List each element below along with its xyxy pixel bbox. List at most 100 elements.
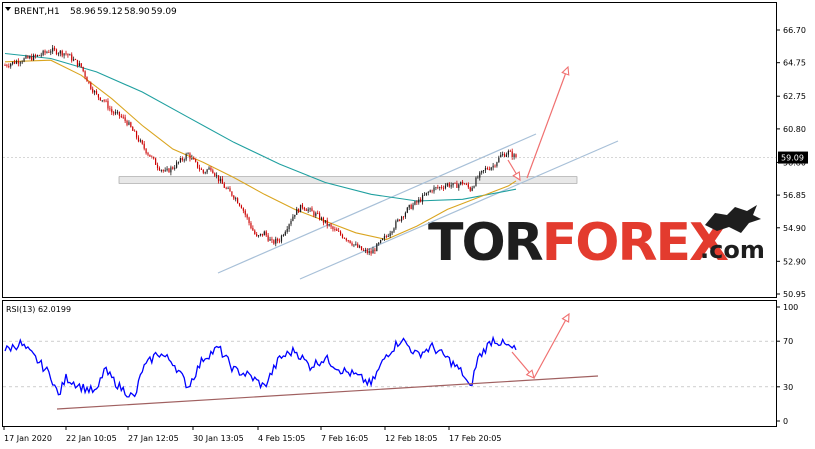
candle-body (214, 173, 216, 176)
candle-body (486, 168, 488, 170)
candle-body (170, 167, 172, 173)
candle-body (59, 50, 61, 54)
candle-body (265, 231, 267, 236)
watermark-text: TORFOREX (428, 213, 729, 273)
candle-body (378, 242, 380, 244)
candle-body (469, 187, 471, 191)
time-tick-label: 22 Jan 10:05 (66, 434, 117, 443)
candle-body (399, 219, 401, 221)
candle-body (92, 88, 94, 93)
candle-body (473, 186, 475, 188)
candle-body (391, 231, 393, 234)
price-tick-label: 62.75 (783, 92, 806, 101)
candle-body (481, 170, 483, 173)
candle-body (105, 100, 107, 102)
candle-body (86, 76, 88, 82)
rsi-tick-label: 30 (783, 383, 793, 392)
candle-body (309, 208, 311, 210)
candle-body (95, 91, 98, 95)
candle-body (359, 246, 361, 248)
candle-body (29, 56, 31, 59)
candle-body (368, 251, 370, 253)
candle-body (467, 184, 469, 188)
candle-body (12, 61, 14, 64)
candle-body (397, 219, 399, 222)
candle-body (128, 122, 130, 125)
candle-body (380, 239, 382, 243)
candle-body (462, 181, 464, 184)
candle-body (416, 201, 418, 203)
candle-body (271, 239, 273, 241)
candle-body (442, 187, 445, 189)
candle-body (187, 153, 189, 155)
candle-body (366, 249, 368, 253)
candle-body (482, 170, 485, 171)
candle-body (509, 150, 511, 152)
candle-body (242, 208, 244, 211)
candle-body (124, 117, 126, 121)
candle-body (507, 150, 509, 155)
candle-body (362, 250, 365, 251)
candle-body (76, 59, 79, 66)
watermark-dotcom: .com (700, 236, 765, 264)
time-tick-label: 30 Jan 13:05 (193, 434, 244, 443)
candle-body (113, 112, 115, 114)
candle-body (423, 194, 426, 196)
time-tick-label: 17 Jan 2020 (4, 434, 52, 443)
candle-body (217, 175, 220, 182)
candle-body (303, 207, 305, 210)
candle-body (118, 111, 121, 116)
candle-body (341, 234, 344, 238)
ohlc-high: 59.12 (97, 7, 123, 17)
candle-body (479, 172, 481, 178)
candle-body (126, 120, 128, 125)
candle-body (65, 53, 67, 55)
candle-body (109, 108, 111, 110)
candle-body (57, 53, 59, 55)
candle-body (437, 187, 439, 189)
candle-body (257, 235, 260, 237)
current-price-label: 59.09 (781, 154, 804, 163)
candle-body (498, 157, 500, 163)
candle-body (269, 239, 271, 241)
candle-body (338, 230, 340, 232)
candle-body (74, 59, 77, 61)
candle-body (244, 210, 246, 215)
candle-body (427, 192, 429, 193)
candle-body (82, 66, 84, 72)
time-tick-label: 12 Feb 18:05 (385, 434, 437, 443)
candle-body (320, 217, 323, 220)
rsi-tick-label: 0 (783, 417, 788, 426)
candle-body (13, 61, 16, 64)
support-zone (118, 176, 578, 184)
candle-body (19, 62, 21, 64)
candle-body (50, 51, 52, 53)
candle-body (229, 188, 231, 192)
candle-body (477, 177, 479, 179)
candle-body (277, 238, 279, 241)
candle-body (496, 162, 498, 167)
candle-body (67, 53, 69, 56)
candle-body (349, 240, 351, 244)
candle-body (103, 100, 105, 102)
candle-body (61, 50, 63, 56)
candle-body (17, 61, 19, 64)
candle-body (343, 237, 345, 239)
candle-body (155, 158, 157, 165)
torforex-watermark: TORFOREX .com (428, 205, 765, 273)
candle-body (439, 187, 441, 188)
candle-body (23, 58, 25, 62)
candle-body (160, 170, 162, 171)
candle-body (38, 55, 40, 56)
ohlc-open: 58.96 (70, 7, 96, 17)
candle-body (246, 214, 248, 218)
chart-header: BRENT,H1 58.96 59.12 58.90 59.09 (5, 7, 177, 17)
candle-body (465, 184, 468, 186)
candle-body (370, 251, 372, 254)
candle-body (334, 229, 336, 230)
candle-body (376, 243, 378, 252)
candle-body (460, 181, 462, 185)
candle-body (176, 162, 178, 168)
candle-body (494, 165, 496, 167)
candle-body (500, 154, 502, 158)
